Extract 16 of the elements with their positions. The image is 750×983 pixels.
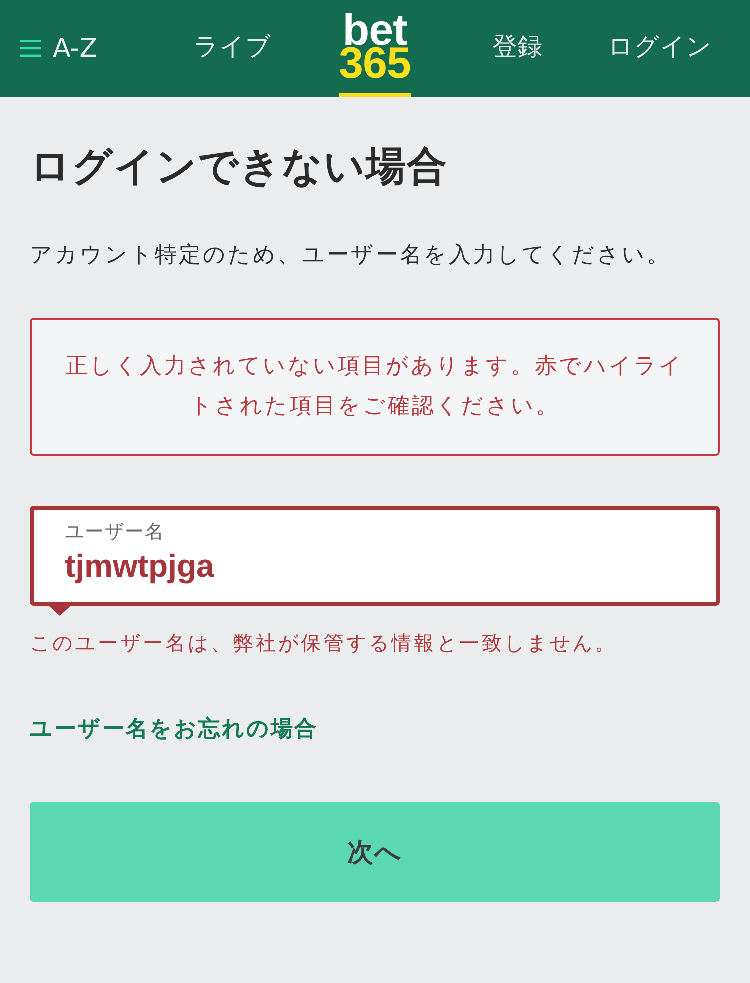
error-message: 正しく入力されていない項目があります。赤でハイライトされた項目をご確認ください。	[65, 353, 685, 421]
pointer-icon	[49, 606, 71, 616]
field-error-text: このユーザー名は、弊社が保管する情報と一致しません。	[30, 630, 619, 657]
nav-link[interactable]: ライブ	[194, 26, 272, 71]
next-button[interactable]: 次へ	[30, 802, 720, 902]
menu-icon	[20, 40, 41, 57]
menu-button[interactable]: A-Z	[20, 34, 98, 64]
instruction-text: アカウント特定のため、ユーザー名を入力してください。	[30, 242, 672, 270]
username-input[interactable]: tjmwtpjga	[65, 546, 685, 586]
nav-link[interactable]: 登録	[492, 26, 542, 71]
field-label: ユーザー名	[65, 520, 165, 545]
nav-link[interactable]: ログイン	[608, 26, 712, 71]
username-field[interactable]: ユーザー名 tjmwtpjga	[30, 506, 720, 606]
forgot-username-link[interactable]: ユーザー名をお忘れの場合	[30, 715, 318, 745]
page-title: ログインできない場合	[30, 143, 449, 191]
logo[interactable]: bet 365	[339, 0, 411, 97]
